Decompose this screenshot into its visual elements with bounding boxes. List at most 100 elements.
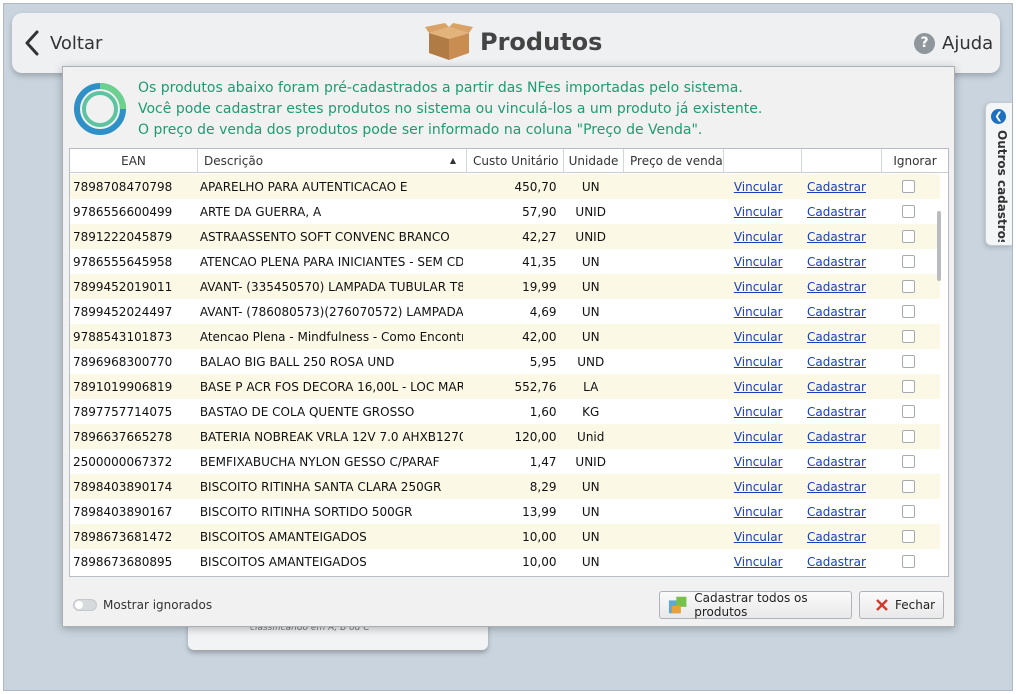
ignore-checkbox[interactable] bbox=[902, 380, 916, 393]
cell-ignorar bbox=[875, 255, 940, 268]
cadastrar-link[interactable]: Cadastrar bbox=[807, 380, 866, 394]
vincular-link[interactable]: Vincular bbox=[734, 430, 783, 444]
table-row[interactable]: 7898673681472 BISCOITOS AMANTEIGADOS 10,00… bbox=[70, 524, 940, 549]
column-header-ignorar[interactable]: Ignorar bbox=[882, 149, 948, 173]
column-header-descricao[interactable]: Descrição ▲ bbox=[198, 149, 467, 173]
back-button[interactable]: Voltar bbox=[24, 29, 102, 57]
ignore-checkbox[interactable] bbox=[902, 480, 916, 493]
cadastrar-link[interactable]: Cadastrar bbox=[807, 480, 866, 494]
cadastrar-link[interactable]: Cadastrar bbox=[807, 205, 866, 219]
table-row[interactable]: 7899452019011 AVANT- (335450570) LAMPADA … bbox=[70, 274, 940, 299]
cell-cadastrar: Cadastrar bbox=[795, 405, 874, 419]
cadastrar-link[interactable]: Cadastrar bbox=[807, 455, 866, 469]
vincular-link[interactable]: Vincular bbox=[734, 280, 783, 294]
cell-descricao: AVANT- (786080573)(276070572) LAMPADA PE… bbox=[199, 304, 464, 319]
cell-ean: 9786555645958 bbox=[73, 254, 173, 269]
ignore-checkbox[interactable] bbox=[902, 230, 916, 243]
cell-ean: 7898673680895 bbox=[73, 554, 173, 569]
vincular-link[interactable]: Vincular bbox=[734, 455, 783, 469]
ignore-checkbox[interactable] bbox=[902, 555, 916, 568]
close-label: Fechar bbox=[895, 598, 936, 612]
ignore-checkbox[interactable] bbox=[902, 280, 916, 293]
table-row[interactable]: 7891019906819 BASE P ACR FOS DECORA 16,00… bbox=[70, 374, 940, 399]
column-header-preco[interactable]: Preço de venda bbox=[624, 149, 724, 173]
cell-ignorar bbox=[875, 380, 940, 393]
box-icon bbox=[425, 23, 473, 60]
cadastrar-link[interactable]: Cadastrar bbox=[807, 230, 866, 244]
ignore-checkbox[interactable] bbox=[902, 305, 916, 318]
cadastrar-link[interactable]: Cadastrar bbox=[807, 555, 866, 569]
vincular-link[interactable]: Vincular bbox=[734, 230, 783, 244]
ignore-checkbox[interactable] bbox=[902, 505, 916, 518]
table-row[interactable]: 7896968300770 BALAO BIG BALL 250 ROSA UND… bbox=[70, 349, 940, 374]
vincular-link[interactable]: Vincular bbox=[734, 555, 783, 569]
ignore-checkbox[interactable] bbox=[902, 255, 916, 268]
vincular-link[interactable]: Vincular bbox=[734, 180, 783, 194]
table-row[interactable]: 7898673680895 BISCOITOS AMANTEIGADOS 10,00… bbox=[70, 549, 940, 574]
cadastrar-link[interactable]: Cadastrar bbox=[807, 180, 866, 194]
vincular-link[interactable]: Vincular bbox=[734, 505, 783, 519]
column-header-unidade[interactable]: Unidade bbox=[564, 149, 624, 173]
cadastrar-link[interactable]: Cadastrar bbox=[807, 305, 866, 319]
vincular-link[interactable]: Vincular bbox=[734, 305, 783, 319]
cadastrar-link[interactable]: Cadastrar bbox=[807, 255, 866, 269]
table-row[interactable]: 9786555645958 ATENCAO PLENA PARA INICIANT… bbox=[70, 249, 940, 274]
ignore-checkbox[interactable] bbox=[902, 430, 916, 443]
vincular-link[interactable]: Vincular bbox=[734, 480, 783, 494]
table-row[interactable]: 2500000067372 BEMFIXABUCHA NYLON GESSO C/… bbox=[70, 449, 940, 474]
help-button[interactable]: ? Ajuda bbox=[914, 31, 993, 55]
cadastrar-link[interactable]: Cadastrar bbox=[807, 505, 866, 519]
table-row[interactable]: 7891222045879 ASTRAASSENTO SOFT CONVENC B… bbox=[70, 224, 940, 249]
help-label: Ajuda bbox=[942, 32, 994, 54]
table-row[interactable]: 7898403890167 BISCOITO RITINHA SORTIDO 50… bbox=[70, 499, 940, 524]
cell-vincular: Vincular bbox=[718, 230, 795, 244]
cadastrar-link[interactable]: Cadastrar bbox=[807, 330, 866, 344]
close-button[interactable]: Fechar bbox=[859, 591, 944, 619]
cadastrar-link[interactable]: Cadastrar bbox=[807, 405, 866, 419]
cadastrar-link[interactable]: Cadastrar bbox=[807, 430, 866, 444]
cell-ignorar bbox=[875, 405, 940, 418]
vincular-link[interactable]: Vincular bbox=[734, 255, 783, 269]
ignore-checkbox[interactable] bbox=[902, 530, 916, 543]
show-ignored-toggle[interactable]: Mostrar ignorados bbox=[73, 598, 212, 612]
cadastrar-link[interactable]: Cadastrar bbox=[807, 355, 866, 369]
column-header-ean[interactable]: EAN bbox=[70, 149, 198, 173]
cell-vincular: Vincular bbox=[718, 305, 795, 319]
vincular-link[interactable]: Vincular bbox=[734, 405, 783, 419]
ignore-checkbox[interactable] bbox=[902, 355, 916, 368]
vincular-link[interactable]: Vincular bbox=[734, 205, 783, 219]
table-row[interactable]: 9788543101873 Atencao Plena - Mindfulness… bbox=[70, 324, 940, 349]
cadastrar-link[interactable]: Cadastrar bbox=[807, 280, 866, 294]
cell-descricao: BASTAO DE COLA QUENTE GROSSO bbox=[199, 404, 415, 419]
cell-unidade: UN bbox=[581, 304, 600, 319]
column-header-custo[interactable]: Custo Unitário bbox=[467, 149, 564, 173]
ignore-checkbox[interactable] bbox=[902, 180, 916, 193]
vincular-link[interactable]: Vincular bbox=[734, 355, 783, 369]
table-row[interactable]: 7897757714075 BASTAO DE COLA QUENTE GROSS… bbox=[70, 399, 940, 424]
page-title: Produtos bbox=[480, 28, 603, 56]
vincular-link[interactable]: Vincular bbox=[734, 380, 783, 394]
products-grid: EAN Descrição ▲ Custo Unitário Unidade P… bbox=[69, 148, 949, 577]
grid-scrollbar[interactable] bbox=[937, 211, 941, 281]
vincular-link[interactable]: Vincular bbox=[734, 330, 783, 344]
table-row[interactable]: 7899452024497 AVANT- (786080573)(27607057… bbox=[70, 299, 940, 324]
table-row[interactable]: 7898403890174 BISCOITO RITINHA SANTA CLAR… bbox=[70, 474, 940, 499]
table-row[interactable]: 9786556600499 ARTE DA GUERRA, A 57,90 UNID V… bbox=[70, 199, 940, 224]
register-all-products-button[interactable]: Cadastrar todos os produtos bbox=[659, 591, 852, 619]
table-row[interactable]: 7896637665278 BATERIA NOBREAK VRLA 12V 7.… bbox=[70, 424, 940, 449]
cell-ean: 7896968300770 bbox=[73, 354, 173, 369]
ignore-checkbox[interactable] bbox=[902, 455, 916, 468]
ignore-checkbox[interactable] bbox=[902, 205, 916, 218]
cell-ean: 7898673681472 bbox=[73, 529, 173, 544]
side-tab-outros-cadastros[interactable]: ❮ Outros cadastros bbox=[985, 102, 1012, 246]
cell-ean: 7891019906819 bbox=[73, 379, 173, 394]
toggle-switch[interactable] bbox=[73, 599, 97, 611]
cadastrar-link[interactable]: Cadastrar bbox=[807, 530, 866, 544]
table-row[interactable]: 7898708470798 APARELHO PARA AUTENTICACAO … bbox=[70, 174, 940, 199]
cell-descricao: APARELHO PARA AUTENTICACAO E bbox=[199, 179, 408, 194]
ignore-checkbox[interactable] bbox=[902, 405, 916, 418]
cell-cadastrar: Cadastrar bbox=[795, 530, 874, 544]
vincular-link[interactable]: Vincular bbox=[734, 530, 783, 544]
cell-custo: 10,00 bbox=[522, 529, 557, 544]
ignore-checkbox[interactable] bbox=[902, 330, 916, 343]
